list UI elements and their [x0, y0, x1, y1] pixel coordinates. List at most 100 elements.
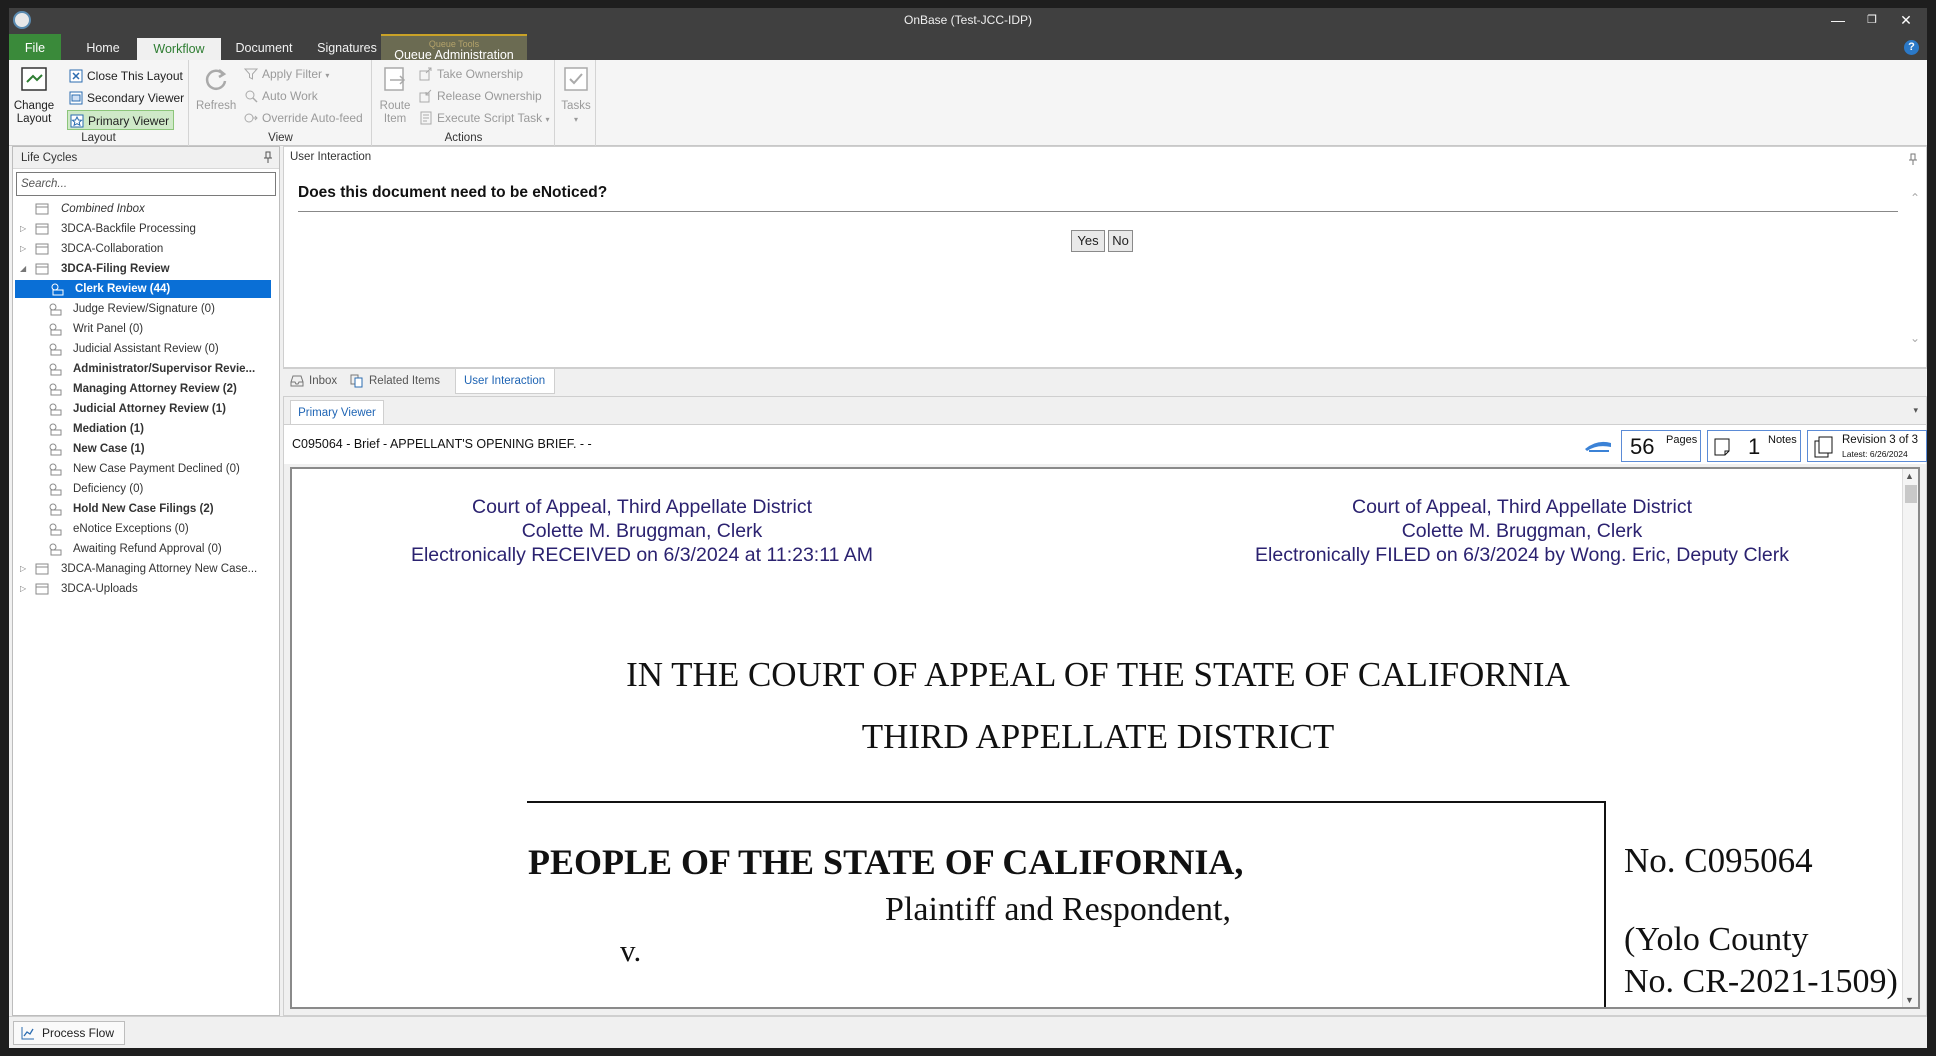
take-ownership-button[interactable]: Take Ownership [417, 64, 523, 84]
expand-toggle-icon[interactable]: ▷ [20, 580, 30, 598]
auto-work-button[interactable]: Auto Work [242, 86, 318, 106]
revision-badge[interactable]: Revision 3 of 3 Latest: 6/26/2024 [1807, 430, 1927, 462]
tab-workflow[interactable]: Workflow [137, 38, 221, 60]
release-ownership-icon [419, 89, 432, 103]
queue-item[interactable]: Judicial Attorney Review (1) [13, 400, 269, 418]
pages-count: 56 [1630, 434, 1655, 459]
queue-item[interactable]: Deficiency (0) [13, 480, 269, 498]
refresh-icon [205, 69, 227, 90]
revision-icon [1814, 436, 1833, 458]
lifecycle-item[interactable]: ◢ 3DCA-Filing Review [13, 260, 269, 278]
document-page[interactable]: Court of Appeal, Third Appellate Distric… [290, 467, 1920, 1009]
queue-icon [49, 363, 62, 376]
tasks-icon [564, 67, 588, 91]
tab-inbox[interactable]: Inbox [287, 369, 337, 393]
expand-toggle-icon[interactable]: ◢ [20, 260, 30, 278]
expand-toggle-icon[interactable]: ▷ [20, 240, 30, 258]
tab-related-items[interactable]: Related Items [347, 369, 440, 393]
yes-button[interactable]: Yes [1071, 230, 1105, 252]
execute-script-task-button[interactable]: Execute Script Task ▾ [417, 108, 550, 128]
scroll-up-icon[interactable]: ▲ [1905, 471, 1914, 481]
tab-signatures[interactable]: Signatures [307, 34, 387, 60]
received-stamp: Court of Appeal, Third Appellate Distric… [372, 495, 912, 567]
scrollbar-thumb[interactable] [1905, 485, 1917, 503]
scroll-down-icon[interactable]: ▼ [1905, 995, 1914, 1005]
document-scrollbar[interactable]: ▲ ▼ [1902, 469, 1918, 1007]
queue-item[interactable]: Administrator/Supervisor Revie... [13, 360, 269, 378]
tab-primary-viewer[interactable]: Primary Viewer [290, 400, 384, 424]
process-flow-button[interactable]: Process Flow [13, 1021, 126, 1045]
release-ownership-button[interactable]: Release Ownership [417, 86, 542, 106]
tab-user-interaction[interactable]: User Interaction [455, 369, 555, 394]
close-button[interactable]: ✕ [1895, 11, 1917, 29]
queue-item[interactable]: Writ Panel (0) [13, 320, 269, 338]
title-bar: OnBase (Test-JCC-IDP) — ❐ ✕ [9, 8, 1927, 34]
tree-item-label: 3DCA-Managing Attorney New Case... [61, 563, 258, 575]
tree-item-label: New Case (1) [73, 443, 145, 455]
lifecycle-item[interactable]: ▷ 3DCA-Uploads [13, 580, 269, 598]
pages-count-badge[interactable]: 56 Pages [1621, 430, 1701, 462]
staple-icon[interactable] [1583, 435, 1613, 455]
expand-toggle-icon[interactable]: ▷ [20, 560, 30, 578]
scroll-up-icon[interactable]: ⌃ [1910, 191, 1920, 205]
tasks-button[interactable]: Tasks ▾ [559, 64, 593, 126]
route-item-button[interactable]: Route Item [377, 64, 413, 126]
viewer-menu-dropdown-icon[interactable]: ▾ [1913, 405, 1918, 416]
lifecycle-item[interactable]: Combined Inbox [13, 200, 269, 218]
pin-icon[interactable] [1908, 153, 1918, 165]
queue-item[interactable]: eNotice Exceptions (0) [13, 520, 269, 538]
user-interaction-panel: User Interaction Does this document need… [283, 146, 1927, 368]
enotice-question: Does this document need to be eNoticed? [298, 184, 608, 201]
lifecycle-icon [35, 563, 49, 575]
lifecycle-item[interactable]: ▷ 3DCA-Managing Attorney New Case... [13, 560, 269, 578]
case-number: No. C095064 [1624, 841, 1813, 880]
primary-viewer-label: Primary Viewer [88, 114, 170, 128]
queue-item[interactable]: Mediation (1) [13, 420, 269, 438]
lifecycles-panel: Life Cycles Search... Combined Inbox ▷ 3DC… [12, 146, 280, 1016]
tree-item-label: New Case Payment Declined (0) [73, 463, 240, 475]
primary-viewer-button[interactable]: Primary Viewer [67, 110, 175, 130]
help-icon[interactable]: ? [1904, 40, 1919, 55]
secondary-viewer-button[interactable]: Secondary Viewer [67, 88, 184, 108]
queue-item[interactable]: Clerk Review (44) [15, 280, 271, 298]
tab-file[interactable]: File [9, 34, 61, 60]
scroll-down-icon[interactable]: ⌄ [1910, 331, 1920, 345]
restore-button[interactable]: ❐ [1861, 11, 1883, 29]
notes-count-badge[interactable]: 1 Notes [1707, 430, 1801, 462]
change-layout-button[interactable]: Change Layout [13, 64, 55, 126]
refresh-button[interactable]: Refresh [196, 64, 236, 113]
queue-item[interactable]: Hold New Case Filings (2) [13, 500, 269, 518]
tasks-group: Tasks ▾ [556, 60, 596, 146]
take-ownership-icon [419, 67, 432, 81]
tab-document[interactable]: Document [223, 34, 305, 60]
queue-item[interactable]: Judicial Assistant Review (0) [13, 340, 269, 358]
status-bar: Process Flow [9, 1016, 1927, 1048]
tree-item-label: Awaiting Refund Approval (0) [73, 543, 222, 555]
pin-icon[interactable] [263, 151, 273, 163]
queue-item[interactable]: Judge Review/Signature (0) [13, 300, 269, 318]
no-button[interactable]: No [1108, 230, 1133, 252]
tree-item-label: Judicial Assistant Review (0) [73, 343, 219, 355]
lifecycles-search-input[interactable]: Search... [16, 172, 276, 196]
tree-item-label: eNotice Exceptions (0) [73, 523, 189, 535]
queue-item[interactable]: Managing Attorney Review (2) [13, 380, 269, 398]
lifecycle-item[interactable]: ▷ 3DCA-Collaboration [13, 240, 269, 258]
lifecycle-icon [35, 243, 49, 255]
script-icon [420, 111, 432, 125]
override-autofeed-button[interactable]: Override Auto-feed [242, 108, 363, 128]
apply-filter-button[interactable]: Apply Filter ▾ [242, 64, 329, 84]
county-case-number: No. CR-2021-1509) [1624, 963, 1898, 1000]
queue-item[interactable]: New Case (1) [13, 440, 269, 458]
tab-inbox-label: Inbox [309, 375, 338, 387]
tab-home[interactable]: Home [71, 34, 135, 60]
minimize-button[interactable]: — [1827, 11, 1849, 29]
tree-item-label: Mediation (1) [73, 423, 144, 435]
close-layout-button[interactable]: Close This Layout [67, 66, 183, 86]
auto-work-label: Auto Work [262, 89, 318, 103]
lifecycle-item[interactable]: ▷ 3DCA-Backfile Processing [13, 220, 269, 238]
revision-text: Revision 3 of 3 [1842, 434, 1919, 446]
expand-toggle-icon[interactable]: ▷ [20, 220, 30, 238]
queue-item[interactable]: New Case Payment Declined (0) [13, 460, 269, 478]
refresh-label: Refresh [196, 100, 237, 112]
queue-item[interactable]: Awaiting Refund Approval (0) [13, 540, 269, 558]
